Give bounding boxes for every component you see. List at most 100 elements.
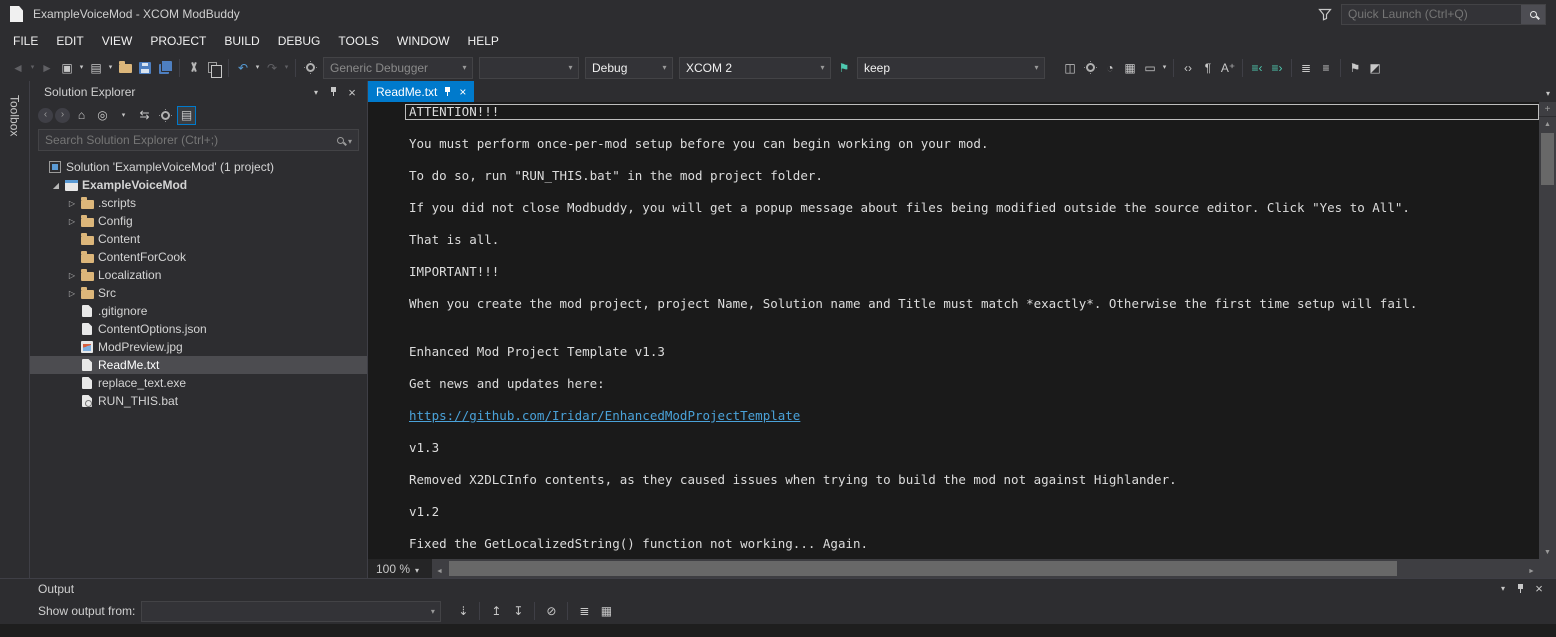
hyperlink[interactable]: https://github.com/Iridar/EnhancedModPro… xyxy=(409,408,800,423)
tree-item[interactable]: ▷ .scripts xyxy=(30,194,367,212)
menu-project[interactable]: PROJECT xyxy=(141,28,215,54)
table-icon[interactable]: ▦ xyxy=(1120,57,1140,79)
previous-message-icon[interactable]: ↥ xyxy=(486,600,506,622)
solution-platform-icon[interactable]: ◫ xyxy=(1060,57,1080,79)
horizontal-scrollbar[interactable] xyxy=(432,559,1539,578)
menu-help[interactable]: HELP xyxy=(459,28,508,54)
open-file-icon[interactable] xyxy=(115,57,135,79)
menu-file[interactable]: FILE xyxy=(4,28,47,54)
scope-caret[interactable]: ▾ xyxy=(114,106,133,125)
close-icon[interactable] xyxy=(343,84,361,100)
deploy-flag-icon[interactable]: ⚑ xyxy=(834,57,854,79)
chevron-down-icon[interactable] xyxy=(657,58,672,78)
add-item-icon[interactable]: ▤ xyxy=(86,57,106,79)
settings-gear-icon[interactable] xyxy=(1080,57,1100,79)
back-icon[interactable]: ‹ xyxy=(38,108,53,123)
previous-bookmark-icon[interactable]: ◩ xyxy=(1365,57,1385,79)
editor-lines[interactable]: ATTENTION!!! You must perform once-per-m… xyxy=(368,102,1539,559)
add-item-caret[interactable]: ▾ xyxy=(106,57,115,79)
menu-edit[interactable]: EDIT xyxy=(47,28,92,54)
tab-readme[interactable]: ReadMe.txt xyxy=(368,81,474,102)
bookmark-icon[interactable]: ⚑ xyxy=(1345,57,1365,79)
tree-item[interactable]: ModPreview.jpg xyxy=(30,338,367,356)
sync-with-active-document-icon[interactable]: ⇆ xyxy=(135,106,154,125)
split-window-handle[interactable] xyxy=(1539,102,1556,117)
output-content[interactable] xyxy=(0,624,1556,637)
debug-engine-icon[interactable] xyxy=(300,57,320,79)
home-icon[interactable]: ⌂ xyxy=(72,106,91,125)
chevron-down-icon[interactable] xyxy=(425,602,440,621)
navigate-back-icon[interactable]: ◄ xyxy=(8,57,28,79)
tree-expander-icon[interactable]: ▷ xyxy=(66,217,78,226)
zoom-control[interactable]: 100 % xyxy=(368,559,432,578)
quick-launch-box[interactable] xyxy=(1341,4,1546,25)
quick-launch-search-button[interactable] xyxy=(1521,5,1545,24)
clear-all-icon[interactable]: ⊘ xyxy=(541,600,561,622)
tree-item[interactable]: .gitignore xyxy=(30,302,367,320)
vscroll-thumb[interactable] xyxy=(1541,133,1554,185)
undo-icon[interactable]: ↶ xyxy=(233,57,253,79)
debugger-combo[interactable]: Generic Debugger xyxy=(323,57,473,79)
hscroll-track[interactable] xyxy=(447,559,1524,578)
scroll-down-icon[interactable] xyxy=(1539,545,1556,559)
tree-item[interactable]: ContentOptions.json xyxy=(30,320,367,338)
chevron-down-icon[interactable] xyxy=(1029,58,1044,78)
close-icon[interactable] xyxy=(1530,581,1548,597)
command-window-icon[interactable]: ▭ xyxy=(1140,57,1160,79)
history-icon[interactable]: ◔ xyxy=(1100,57,1120,79)
tree-item[interactable]: replace_text.exe xyxy=(30,374,367,392)
next-message-icon[interactable]: ↧ xyxy=(508,600,528,622)
undo-caret[interactable]: ▾ xyxy=(253,57,262,79)
tree-item[interactable]: Solution 'ExampleVoiceMod' (1 project) xyxy=(30,158,367,176)
filter-icon[interactable] xyxy=(1318,7,1332,21)
menu-window[interactable]: WINDOW xyxy=(388,28,459,54)
quick-launch-input[interactable] xyxy=(1342,7,1521,21)
close-icon[interactable] xyxy=(459,85,466,99)
word-wrap-icon[interactable]: ≣ xyxy=(574,600,594,622)
tree-item[interactable]: ▷ Src xyxy=(30,284,367,302)
scroll-left-icon[interactable] xyxy=(432,562,447,576)
chevron-down-icon[interactable] xyxy=(348,133,352,147)
chevron-down-icon[interactable] xyxy=(815,58,830,78)
tree-expander-icon[interactable]: ◢ xyxy=(50,181,62,190)
tree-item[interactable]: ◢ ExampleVoiceMod xyxy=(30,176,367,194)
tree-item[interactable]: ▷ Config xyxy=(30,212,367,230)
hscroll-thumb[interactable] xyxy=(449,561,1397,576)
pin-icon[interactable] xyxy=(1512,581,1530,597)
tree-item[interactable]: ContentForCook xyxy=(30,248,367,266)
solution-platform-combo[interactable]: XCOM 2 xyxy=(679,57,831,79)
scope-icon[interactable]: ◎ xyxy=(93,106,112,125)
command-window-caret[interactable]: ▾ xyxy=(1160,57,1169,79)
save-icon[interactable] xyxy=(135,57,155,79)
solution-config-combo[interactable]: Debug xyxy=(585,57,673,79)
cut-icon[interactable] xyxy=(184,57,204,79)
navigate-back-caret[interactable]: ▾ xyxy=(28,57,37,79)
tree-expander-icon[interactable]: ▷ xyxy=(66,199,78,208)
new-project-caret[interactable]: ▾ xyxy=(77,57,86,79)
menu-build[interactable]: BUILD xyxy=(215,28,268,54)
tree-item[interactable]: ReadMe.txt xyxy=(30,356,367,374)
properties-icon[interactable] xyxy=(156,106,175,125)
decrease-indent-icon[interactable]: ≡‹ xyxy=(1247,57,1267,79)
window-position-icon[interactable] xyxy=(1494,581,1512,597)
code-snippet-icon[interactable]: ‹› xyxy=(1178,57,1198,79)
forward-icon[interactable]: › xyxy=(55,108,70,123)
line-spacing-icon[interactable]: ≣ xyxy=(1296,57,1316,79)
menu-view[interactable]: VIEW xyxy=(93,28,142,54)
pin-icon[interactable] xyxy=(444,87,452,97)
vertical-scrollbar[interactable] xyxy=(1539,102,1556,559)
menu-tools[interactable]: TOOLS xyxy=(329,28,387,54)
increase-indent-icon[interactable]: ≡› xyxy=(1267,57,1287,79)
tree-expander-icon[interactable]: ▷ xyxy=(66,289,78,298)
navigate-forward-icon[interactable]: ► xyxy=(37,57,57,79)
tree-expander-icon[interactable]: ▷ xyxy=(66,271,78,280)
solution-search-input[interactable] xyxy=(39,133,337,147)
preview-selected-items-icon[interactable]: ▤ xyxy=(177,106,196,125)
new-project-icon[interactable]: ▣ xyxy=(57,57,77,79)
copy-icon[interactable] xyxy=(204,57,224,79)
vscroll-track[interactable] xyxy=(1539,131,1556,545)
solution-search-box[interactable] xyxy=(38,129,359,151)
tree-item[interactable]: ▷ Localization xyxy=(30,266,367,284)
scroll-up-icon[interactable] xyxy=(1539,117,1556,131)
toolbox-tab[interactable]: Toolbox xyxy=(8,91,22,140)
